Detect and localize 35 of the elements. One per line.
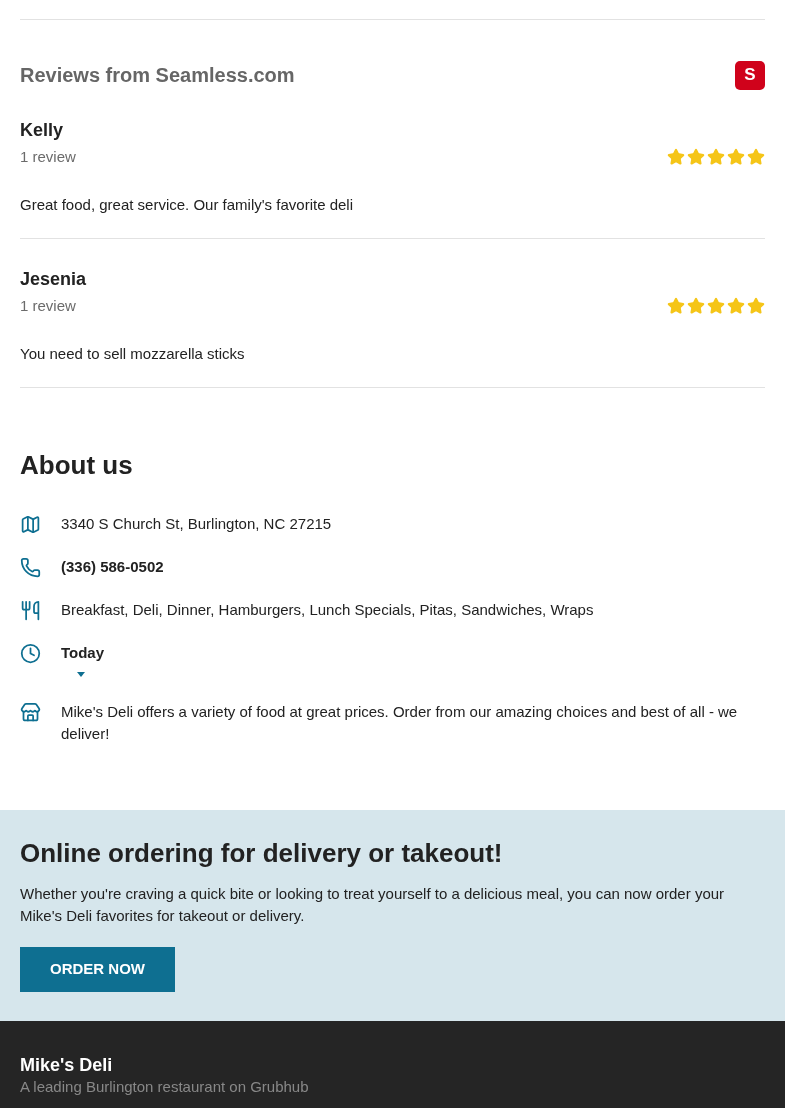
- hours-label: Today: [61, 643, 105, 663]
- star-icon: [687, 297, 705, 316]
- store-icon: [20, 701, 41, 723]
- info-text: Breakfast, Deli, Dinner, Hamburgers, Lunch Specials, Pitas, Sandwiches, Wraps: [61, 600, 594, 620]
- phone-icon: [20, 557, 41, 578]
- review-count: 1 review: [20, 147, 76, 167]
- section-heading: About us: [20, 449, 134, 482]
- clock-icon: [20, 643, 41, 664]
- star-icon: [707, 297, 725, 316]
- footer-title: Mike's Deli: [20, 1054, 114, 1075]
- star-icon: [727, 148, 745, 167]
- star-icon: [707, 148, 725, 167]
- seamless-logo: S: [735, 60, 765, 90]
- utensils-icon: [20, 600, 41, 621]
- star-icon: [727, 297, 745, 316]
- review-text: Great food, great service. Our family's favorite deli: [20, 194, 354, 215]
- info-text: 3340 S Church St, Burlington, NC 27215: [61, 514, 332, 534]
- section-heading: Reviews from Seamless.com: [20, 63, 295, 88]
- review-text: You need to sell mozzarella sticks: [20, 343, 246, 364]
- star-icon: [667, 148, 685, 167]
- expand-toggle[interactable]: [77, 671, 85, 677]
- info-text: Mike's Deli offers a variety of food at great prices. Order from our amazing choices and best of all - we deliver!: [61, 701, 739, 744]
- star-icon: [747, 148, 765, 167]
- promo-heading: Online ordering for delivery or takeout!: [20, 836, 504, 870]
- footer-tagline: A leading Burlington restaurant on Grubhub: [20, 1076, 310, 1097]
- star-icon: [667, 297, 685, 316]
- reviewer-name: Jesenia: [20, 268, 88, 291]
- review-count: 1 review: [20, 296, 76, 316]
- map-icon: [20, 514, 41, 535]
- promo-text: Whether you're craving a quick bite or looking to treat yourself to a delicious meal, you can now order your Mike's Deli favorites for takeout or delivery.: [20, 883, 726, 926]
- reviewer-name: Kelly: [20, 119, 65, 142]
- order-now-button[interactable]: ORDER NOW: [20, 946, 175, 992]
- phone-number: (336) 586-0502: [61, 557, 164, 577]
- star-icon: [747, 297, 765, 316]
- star-icon: [687, 148, 705, 167]
